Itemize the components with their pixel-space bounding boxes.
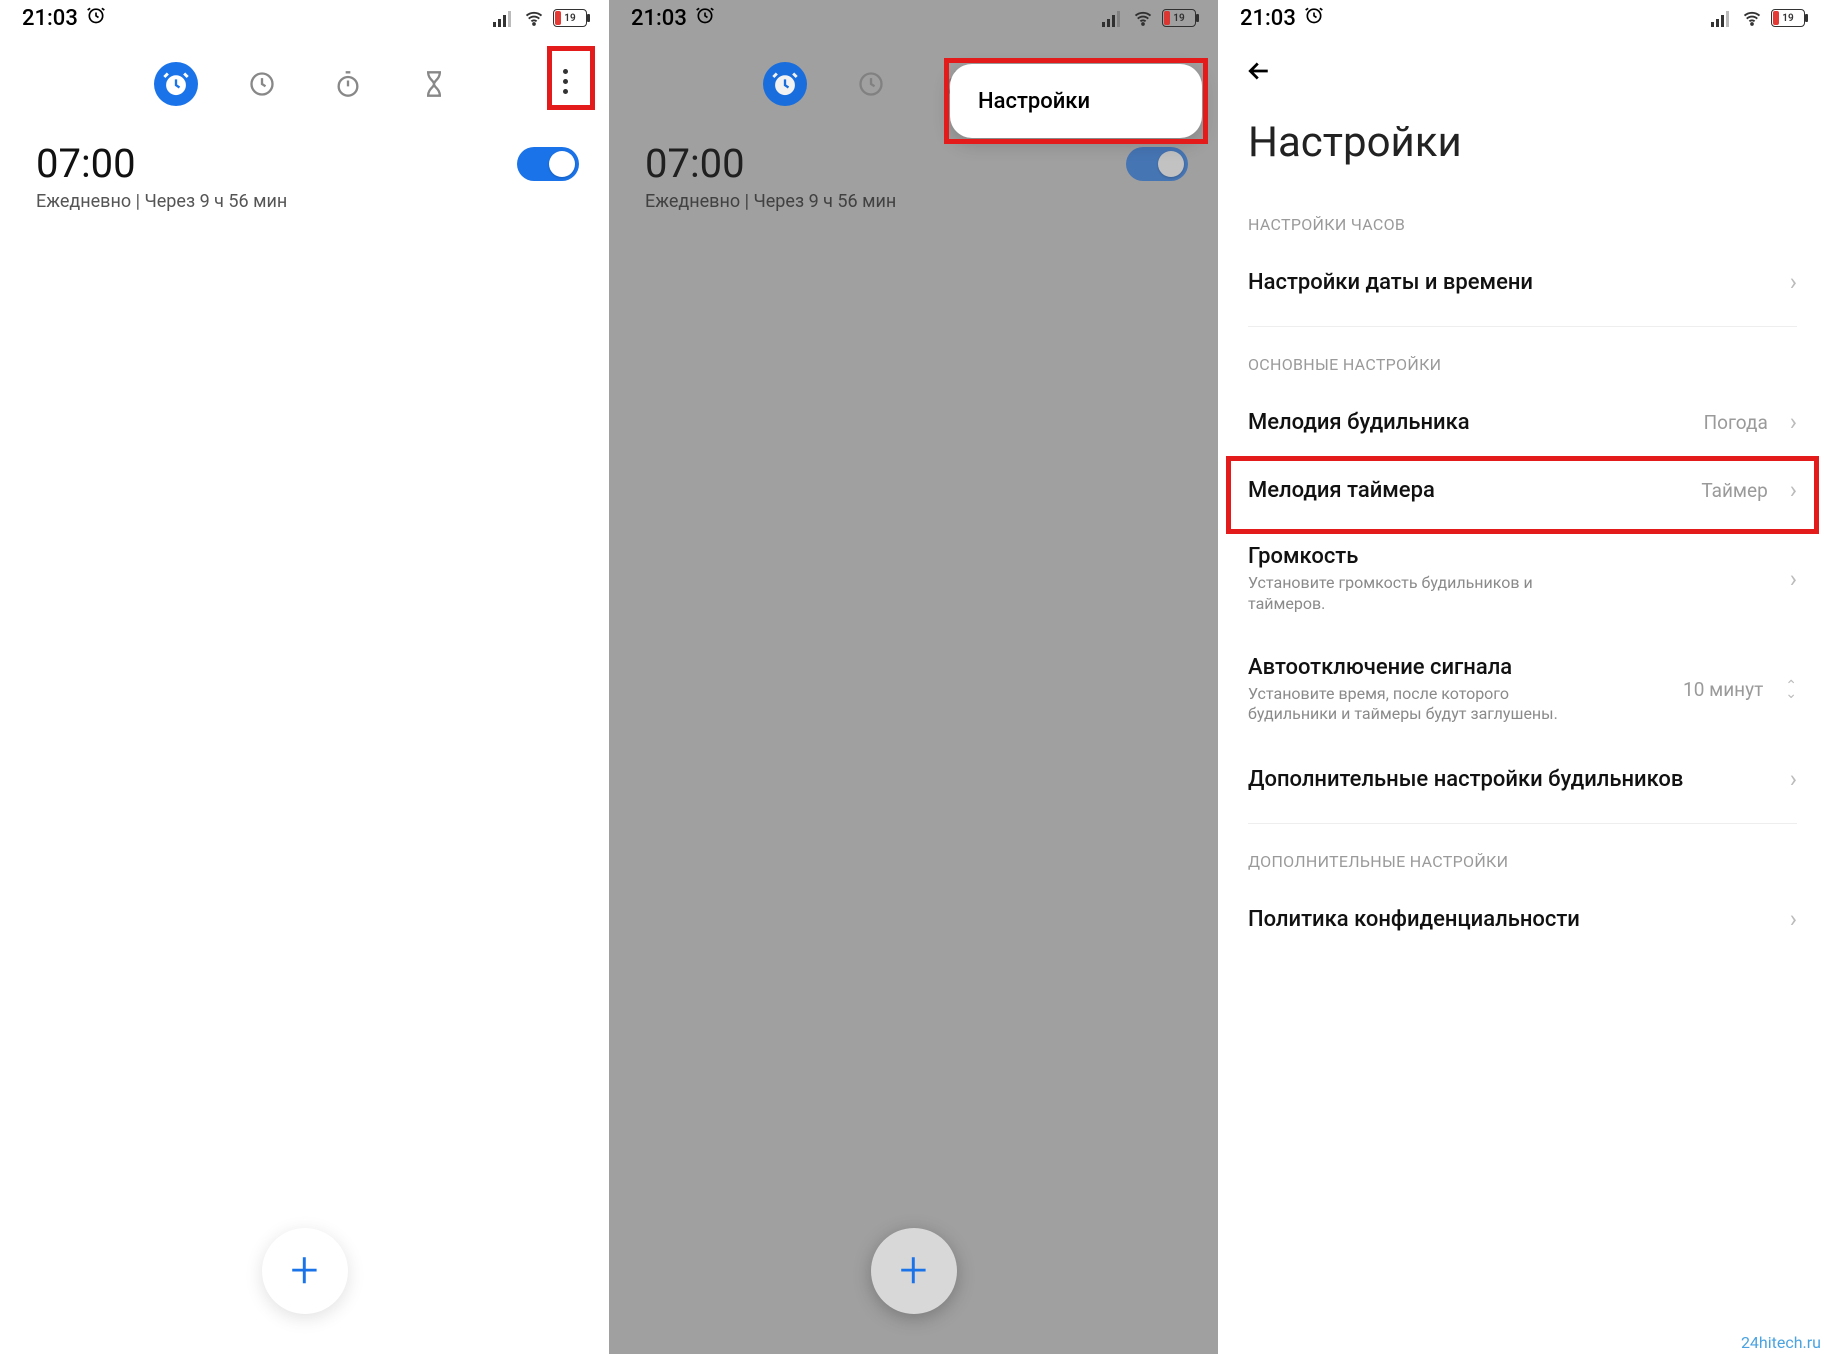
more-menu-button[interactable] bbox=[545, 61, 585, 101]
section-clock-settings: НАСТРОЙКИ ЧАСОВ bbox=[1218, 197, 1827, 248]
status-time: 21:03 bbox=[1240, 6, 1296, 31]
wifi-icon bbox=[1741, 9, 1763, 27]
alarm-time: 07:00 bbox=[645, 140, 745, 187]
tab-clock[interactable] bbox=[240, 62, 284, 106]
battery-icon: 19 bbox=[553, 9, 587, 27]
row-privacy-policy[interactable]: Политика конфиденциальности › bbox=[1218, 885, 1827, 953]
tab-timer[interactable] bbox=[412, 62, 456, 106]
page-title: Настройки bbox=[1218, 104, 1827, 197]
chevron-right-icon: › bbox=[1790, 905, 1797, 933]
row-date-time-label: Настройки даты и времени bbox=[1248, 270, 1768, 295]
screen-alarm-list-menu-open: 21:03 19 bbox=[609, 0, 1218, 1354]
row-timer-ringtone-value: Таймер bbox=[1701, 479, 1767, 502]
row-date-time-settings[interactable]: Настройки даты и времени › bbox=[1218, 248, 1827, 316]
alarm-status-icon bbox=[86, 5, 106, 31]
tab-stopwatch[interactable] bbox=[326, 62, 370, 106]
divider bbox=[1248, 823, 1797, 824]
plus-icon: + bbox=[899, 1246, 927, 1296]
status-bar: 21:03 19 bbox=[1218, 0, 1827, 36]
status-time: 21:03 bbox=[22, 6, 78, 31]
signal-icon bbox=[1102, 9, 1124, 27]
chevron-right-icon: › bbox=[1790, 268, 1797, 296]
watermark: 24hitech.ru bbox=[1741, 1333, 1821, 1352]
battery-icon: 19 bbox=[1771, 9, 1805, 27]
tab-clock[interactable] bbox=[849, 62, 893, 106]
chevron-right-icon: › bbox=[1790, 476, 1797, 504]
row-more-alarm-settings[interactable]: Дополнительные настройки будильников › bbox=[1218, 745, 1827, 813]
screen-alarm-list: 21:03 19 bbox=[0, 0, 609, 1354]
status-time: 21:03 bbox=[631, 6, 687, 31]
row-auto-silence[interactable]: Автоотключение сигнала Установите время,… bbox=[1218, 635, 1827, 746]
clock-tabs bbox=[0, 36, 609, 126]
chevron-right-icon: › bbox=[1790, 408, 1797, 436]
settings-menu-item[interactable]: Настройки bbox=[950, 64, 1202, 138]
alarm-toggle[interactable] bbox=[1126, 147, 1188, 181]
alarm-toggle[interactable] bbox=[517, 147, 579, 181]
add-alarm-fab[interactable]: + bbox=[871, 1228, 957, 1314]
tab-alarm[interactable] bbox=[154, 62, 198, 106]
divider bbox=[1248, 326, 1797, 327]
battery-icon: 19 bbox=[1162, 9, 1196, 27]
row-alarm-ringtone-value: Погода bbox=[1704, 411, 1768, 434]
alarm-subtitle: Ежедневно | Через 9 ч 56 мин bbox=[609, 191, 1218, 212]
alarm-subtitle: Ежедневно | Через 9 ч 56 мин bbox=[0, 191, 609, 212]
settings-menu-label: Настройки bbox=[978, 89, 1090, 114]
row-volume-desc: Установите громкость будильников и тайме… bbox=[1248, 573, 1568, 615]
status-bar: 21:03 19 bbox=[0, 0, 609, 36]
signal-icon bbox=[1711, 9, 1733, 27]
chevron-right-icon: › bbox=[1790, 765, 1797, 793]
row-auto-silence-label: Автоотключение сигнала bbox=[1248, 655, 1667, 680]
back-button[interactable] bbox=[1244, 56, 1274, 94]
wifi-icon bbox=[1132, 9, 1154, 27]
add-alarm-fab[interactable]: + bbox=[262, 1228, 348, 1314]
plus-icon: + bbox=[290, 1246, 318, 1296]
more-vert-icon bbox=[563, 69, 568, 94]
status-bar: 21:03 19 bbox=[609, 0, 1218, 36]
row-volume-label: Громкость bbox=[1248, 544, 1768, 569]
row-auto-silence-value: 10 минут bbox=[1683, 678, 1763, 701]
row-auto-silence-desc: Установите время, после которого будильн… bbox=[1248, 684, 1568, 726]
row-alarm-ringtone[interactable]: Мелодия будильника Погода › bbox=[1218, 388, 1827, 456]
section-main-settings: ОСНОВНЫЕ НАСТРОЙКИ bbox=[1218, 337, 1827, 388]
up-down-icon: ⌃⌄ bbox=[1785, 682, 1797, 699]
row-volume[interactable]: Громкость Установите громкость будильник… bbox=[1218, 524, 1827, 635]
section-extra-settings: ДОПОЛНИТЕЛЬНЫЕ НАСТРОЙКИ bbox=[1218, 834, 1827, 885]
screen-settings: 21:03 19 Н bbox=[1218, 0, 1827, 1354]
row-alarm-ringtone-label: Мелодия будильника bbox=[1248, 410, 1688, 435]
wifi-icon bbox=[523, 9, 545, 27]
tab-alarm[interactable] bbox=[763, 62, 807, 106]
row-more-alarm-label: Дополнительные настройки будильников bbox=[1248, 767, 1768, 792]
alarm-status-icon bbox=[695, 5, 715, 31]
alarm-status-icon bbox=[1304, 5, 1324, 31]
chevron-right-icon: › bbox=[1790, 565, 1797, 593]
alarm-time: 07:00 bbox=[36, 140, 136, 187]
row-privacy-label: Политика конфиденциальности bbox=[1248, 907, 1768, 932]
row-timer-ringtone-label: Мелодия таймера bbox=[1248, 478, 1685, 503]
row-timer-ringtone[interactable]: Мелодия таймера Таймер › bbox=[1218, 456, 1827, 524]
signal-icon bbox=[493, 9, 515, 27]
alarm-row[interactable]: 07:00 bbox=[0, 126, 609, 187]
